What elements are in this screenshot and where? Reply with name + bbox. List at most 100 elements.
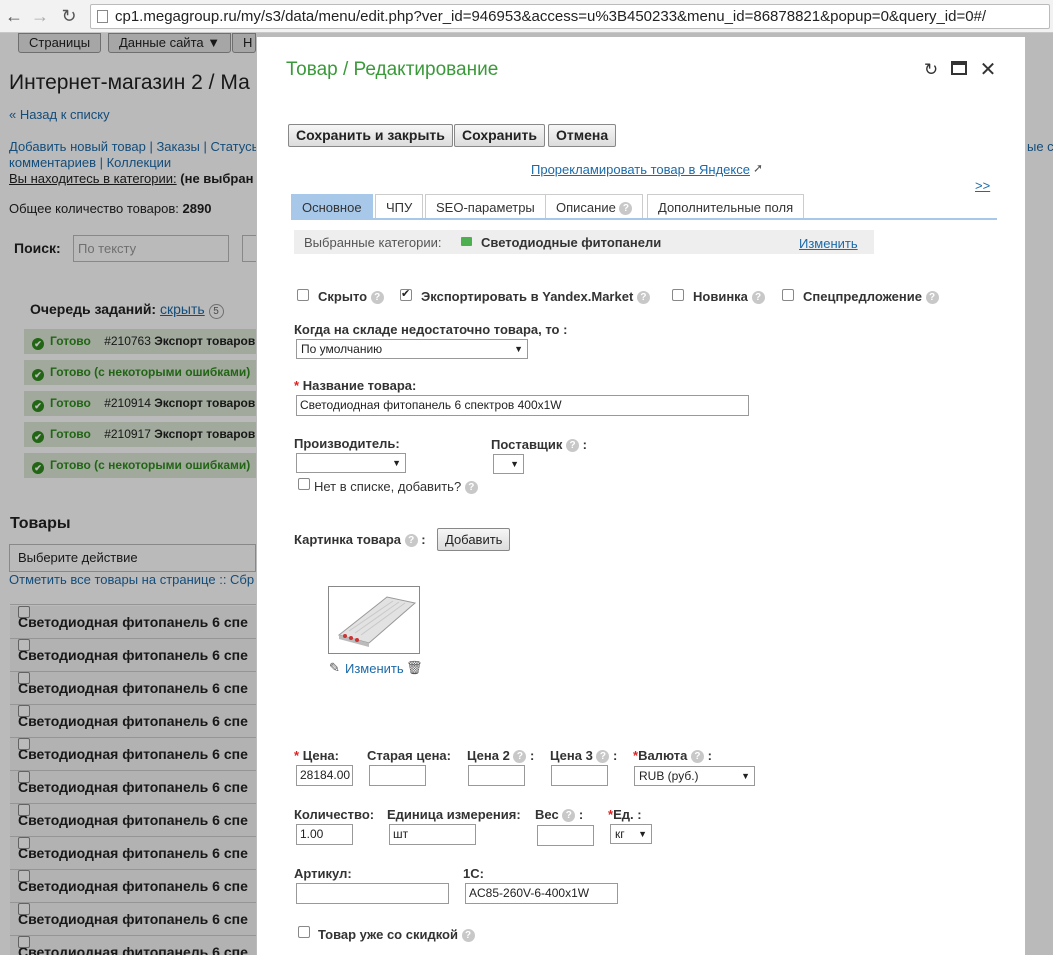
weight-unit-label: *Ед. :	[608, 807, 642, 822]
help-icon: ?	[513, 750, 527, 763]
product-name-label-text: Название товара:	[302, 378, 417, 393]
required-marker: *	[294, 748, 300, 763]
chevron-down-icon: ▼	[741, 771, 750, 781]
help-icon: ?	[751, 291, 765, 304]
price-input[interactable]: 28184.00	[296, 765, 353, 786]
product-name-label: * Название товара:	[294, 378, 416, 393]
refresh-icon[interactable]: ↻	[922, 61, 940, 79]
weight-unit-select[interactable]: кг ▼	[610, 824, 652, 844]
c1-input[interactable]: AC85-260V-6-400x1W	[465, 883, 618, 904]
categories-label: Выбранные категории:	[304, 235, 442, 250]
help-icon: ?	[925, 291, 939, 304]
price2-label-text: Цена 2	[467, 748, 510, 763]
help-icon: ?	[619, 202, 633, 215]
weight-input[interactable]	[537, 825, 594, 846]
weight-label: Вес ? :	[535, 807, 584, 822]
page-icon	[97, 10, 108, 23]
special-offer-checkbox[interactable]	[782, 289, 794, 301]
help-icon: ?	[636, 291, 650, 304]
help-icon: ?	[370, 291, 384, 304]
image-label-text: Картинка товара	[294, 532, 402, 547]
browser-toolbar: ← → ↻ cp1.megagroup.ru/my/s3/data/menu/e…	[0, 0, 1053, 33]
discount-checkbox[interactable]	[298, 926, 310, 938]
pencil-icon: ✎	[329, 660, 340, 675]
tab-chpu[interactable]: ЧПУ	[375, 194, 424, 220]
close-icon[interactable]: ✕	[979, 60, 997, 80]
quantity-input[interactable]: 1.00	[296, 824, 353, 845]
tab-description-label: Описание	[556, 200, 616, 215]
unit-input[interactable]: шт	[389, 824, 476, 845]
stock-select[interactable]: По умолчанию ▼	[296, 339, 528, 359]
forward-arrow-icon[interactable]: →	[28, 4, 52, 28]
maximize-icon[interactable]	[950, 61, 968, 79]
add-image-button[interactable]: Добавить	[437, 528, 511, 551]
help-icon: ?	[461, 929, 475, 942]
tab-main[interactable]: Основное	[291, 194, 373, 220]
tab-description[interactable]: Описание ?	[545, 194, 644, 220]
tabs-underline	[291, 218, 997, 220]
price3-label-text: Цена 3	[550, 748, 593, 763]
save-and-close-button[interactable]: Сохранить и закрыть	[288, 124, 453, 147]
tab-seo[interactable]: SEO-параметры	[425, 194, 546, 220]
sku-label: Артикул:	[294, 866, 352, 881]
supplier-select[interactable]: ▼	[493, 454, 524, 474]
product-image[interactable]	[328, 586, 420, 654]
change-category-link[interactable]: Изменить	[799, 236, 858, 251]
chevron-down-icon: ▼	[510, 459, 519, 469]
help-icon: ?	[404, 534, 418, 547]
categories-box: Выбранные категории: Светодиодные фитопа…	[294, 230, 874, 254]
product-name-input[interactable]: Светодиодная фитопанель 6 спектров 400x1…	[296, 395, 749, 416]
external-link-icon: ➚	[753, 161, 764, 175]
special-offer-label: Спецпредложение ?	[803, 289, 939, 304]
reload-icon[interactable]: ↻	[57, 4, 81, 28]
weight-unit-label-text: Ед. :	[613, 807, 642, 822]
hidden-checkbox[interactable]	[297, 289, 309, 301]
currency-select[interactable]: RUB (руб.) ▼	[634, 766, 755, 786]
yandex-export-text: Экспортировать в Yandex.Market	[421, 289, 634, 304]
folder-icon	[461, 237, 472, 246]
expand-link[interactable]: >>	[975, 178, 990, 193]
not-in-list-text: Нет в списке, добавить?	[314, 479, 462, 494]
manufacturer-select[interactable]: ▼	[296, 453, 406, 473]
price3-label: Цена 3 ? :	[550, 748, 618, 763]
help-icon: ?	[566, 439, 580, 452]
address-bar[interactable]: cp1.megagroup.ru/my/s3/data/menu/edit.ph…	[90, 4, 1050, 29]
required-marker: *	[294, 378, 300, 393]
back-arrow-icon[interactable]: ←	[2, 4, 26, 28]
hidden-label-text: Скрыто	[318, 289, 368, 304]
yandex-promote-link[interactable]: Прорекламировать товар в Яндексе	[531, 162, 750, 177]
price-label-text: Цена:	[302, 748, 339, 763]
weight-unit-value: кг	[615, 827, 625, 841]
old-price-input[interactable]	[369, 765, 426, 786]
new-label-text: Новинка	[693, 289, 748, 304]
help-icon: ?	[690, 750, 704, 763]
supplier-label: Поставщик ? :	[491, 437, 587, 452]
yandex-export-checkbox[interactable]	[400, 287, 412, 301]
url-text: cp1.megagroup.ru/my/s3/data/menu/edit.ph…	[115, 8, 987, 25]
not-in-list-checkbox[interactable]	[298, 478, 310, 490]
manufacturer-label: Производитель:	[294, 436, 400, 451]
cancel-button[interactable]: Отмена	[548, 124, 617, 147]
not-in-list-label: Нет в списке, добавить? ?	[314, 479, 478, 494]
unit-label: Единица измерения:	[387, 807, 521, 822]
yandex-export-label: Экспортировать в Yandex.Market ?	[421, 289, 650, 304]
price2-input[interactable]	[468, 765, 525, 786]
discount-label: Товар уже со скидкой ?	[318, 927, 475, 942]
old-price-label: Старая цена:	[367, 748, 451, 763]
price3-input[interactable]	[551, 765, 608, 786]
price-label: * Цена:	[294, 748, 339, 763]
help-icon: ?	[596, 750, 610, 763]
trash-icon[interactable]: 🗑	[406, 660, 423, 676]
chevron-down-icon: ▼	[638, 829, 647, 839]
help-icon: ?	[464, 481, 478, 494]
stock-label: Когда на складе недостаточно товара, то …	[294, 322, 568, 337]
image-label: Картинка товара ? :	[294, 532, 426, 547]
c1-label: 1С:	[463, 866, 484, 881]
sku-input[interactable]	[296, 883, 449, 904]
change-image-link[interactable]: Изменить	[345, 661, 404, 676]
save-button[interactable]: Сохранить	[454, 124, 545, 147]
tab-extra-fields[interactable]: Дополнительные поля	[647, 194, 805, 220]
new-checkbox[interactable]	[672, 289, 684, 301]
help-icon: ?	[562, 809, 576, 822]
price2-label: Цена 2 ? :	[467, 748, 535, 763]
